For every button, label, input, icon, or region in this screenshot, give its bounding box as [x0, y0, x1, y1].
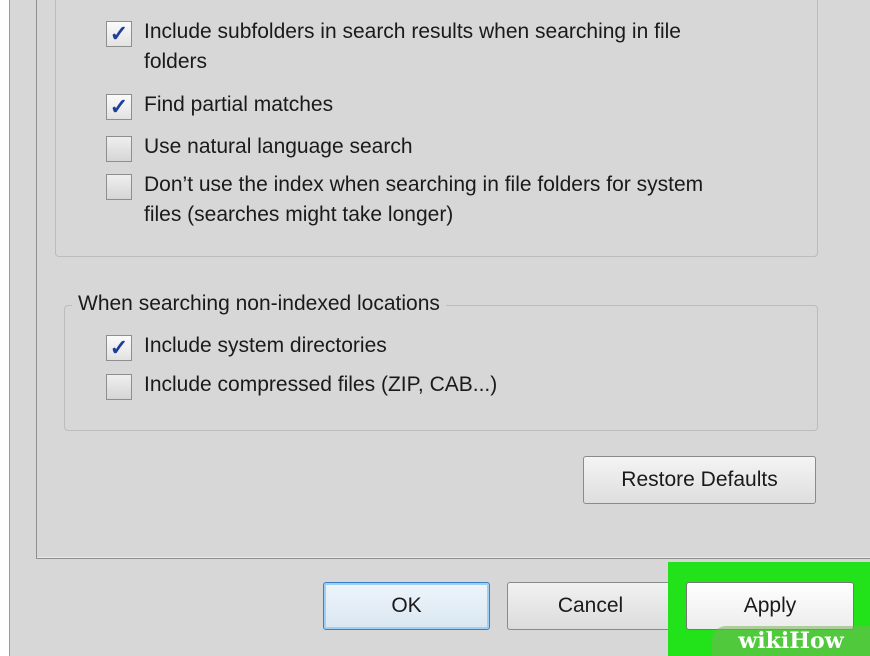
wikihow-watermark: wikiHow [712, 626, 870, 656]
option-include-system-directories[interactable]: ✓ Include system directories [106, 331, 387, 361]
include-compressed-files-checkbox[interactable] [106, 374, 132, 400]
include-subfolders-checkbox[interactable]: ✓ [106, 21, 132, 47]
include-system-directories-label: Include system directories [144, 334, 387, 357]
find-partial-matches-checkbox[interactable]: ✓ [106, 94, 132, 120]
include-system-directories-checkbox[interactable]: ✓ [106, 335, 132, 361]
cancel-button[interactable]: Cancel [507, 582, 674, 630]
option-dont-use-index[interactable]: Don’t use the index when searching in fi… [106, 170, 703, 230]
option-include-subfolders[interactable]: ✓ Include subfolders in search results w… [106, 17, 681, 77]
ok-button[interactable]: OK [323, 582, 490, 630]
include-subfolders-label-line1: Include subfolders in search results whe… [144, 20, 681, 43]
find-partial-matches-label: Find partial matches [144, 93, 334, 116]
dont-use-index-label: Don’t use the index when searching in fi… [144, 170, 703, 230]
natural-language-search-checkbox[interactable] [106, 136, 132, 162]
non-indexed-group-title: When searching non-indexed locations [72, 289, 446, 319]
dont-use-index-label-line1: Don’t use the index when searching in fi… [144, 173, 704, 196]
restore-defaults-button[interactable]: Restore Defaults [583, 456, 816, 504]
natural-language-search-label: Use natural language search [144, 135, 413, 158]
dont-use-index-label-line2: files (searches might take longer) [144, 203, 454, 226]
non-indexed-group [64, 305, 818, 431]
include-subfolders-label: Include subfolders in search results whe… [144, 17, 681, 77]
include-compressed-files-label: Include compressed files (ZIP, CAB...) [144, 373, 498, 396]
option-find-partial-matches[interactable]: ✓ Find partial matches [106, 90, 333, 120]
dont-use-index-checkbox[interactable] [106, 174, 132, 200]
include-subfolders-label-line2: folders [144, 50, 208, 73]
apply-button[interactable]: Apply [686, 582, 854, 630]
option-include-compressed-files[interactable]: Include compressed files (ZIP, CAB...) [106, 370, 497, 400]
option-natural-language-search[interactable]: Use natural language search [106, 132, 413, 162]
